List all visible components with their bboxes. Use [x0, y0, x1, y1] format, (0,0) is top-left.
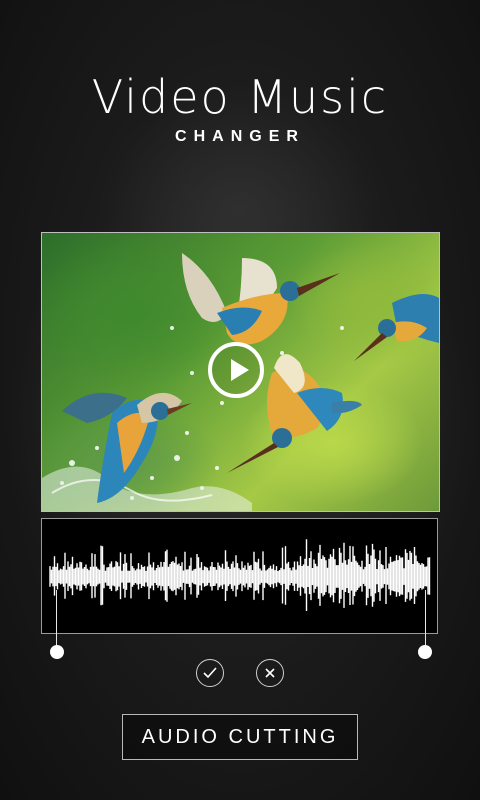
trim-start-line	[56, 590, 57, 648]
video-preview[interactable]	[41, 232, 440, 512]
confirm-button[interactable]	[196, 659, 224, 687]
play-button[interactable]	[208, 342, 264, 398]
trim-start-handle[interactable]	[50, 645, 64, 659]
play-icon	[231, 359, 249, 381]
close-icon	[265, 668, 275, 678]
audio-cutting-button[interactable]: AUDIO CUTTING	[122, 714, 358, 760]
audio-waveform[interactable]	[41, 518, 438, 634]
trim-end-handle[interactable]	[418, 645, 432, 659]
waveform-path	[49, 539, 431, 611]
app-title: Video Music	[91, 70, 389, 124]
cancel-button[interactable]	[256, 659, 284, 687]
check-icon	[203, 667, 217, 679]
trim-end-line	[425, 590, 426, 648]
waveform-graphic	[49, 539, 431, 611]
app-subtitle: CHANGER	[175, 128, 305, 145]
